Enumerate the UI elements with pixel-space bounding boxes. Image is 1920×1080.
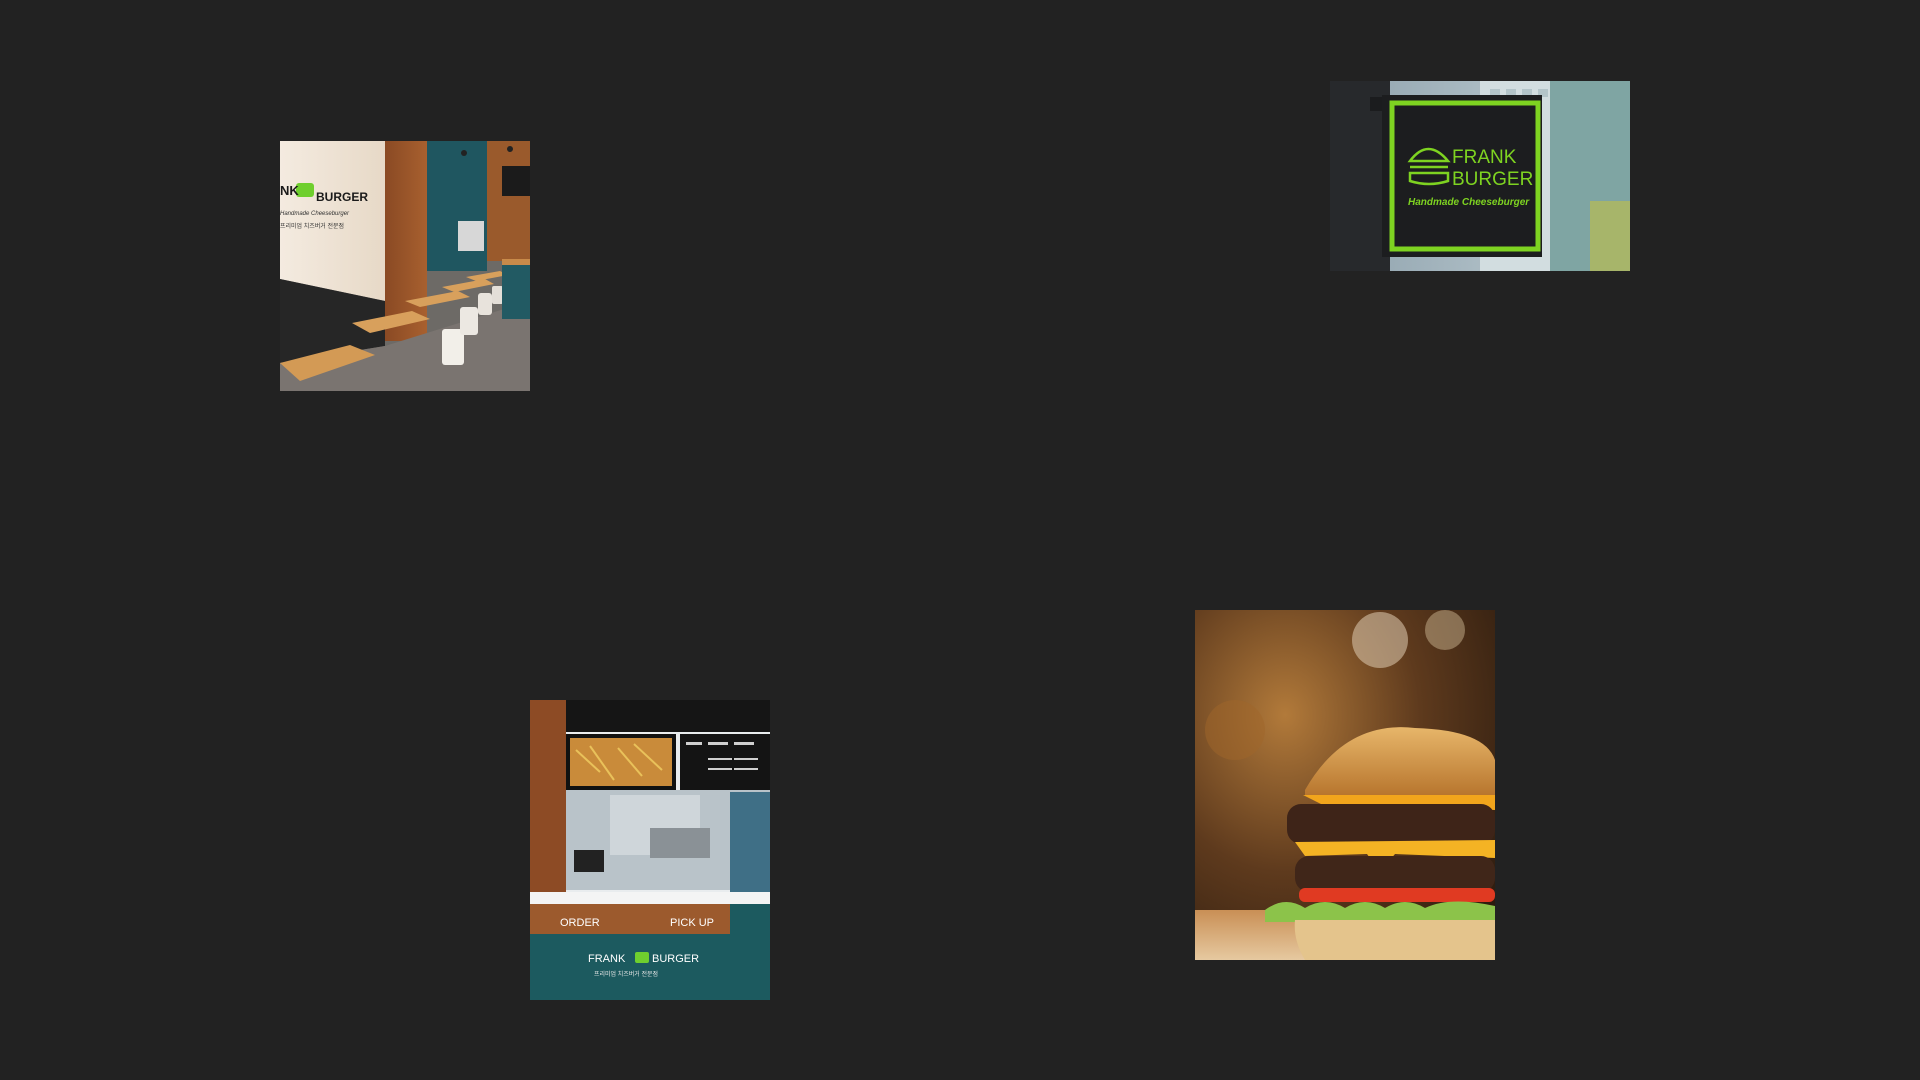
wall-logo-tagline: Handmade Cheeseburger [280,211,350,217]
frank-burger-sign-photo[interactable]: FRANK BURGER Handmade Cheeseburger [1330,81,1630,271]
sign-image: FRANK BURGER Handmade Cheeseburger [1330,81,1630,271]
wall-logo-korean: 프리미엄 치즈버거 전문점 [280,222,344,230]
burger-image [1195,610,1495,960]
counter-image: ORDER PICK UP FRANK BURGER 프리미엄 치즈버거 전문점 [530,700,770,1000]
counter-brand-line2: BURGER [652,953,699,965]
order-label: ORDER [560,917,600,929]
counter-burger-icon [635,952,649,963]
counter-brand-line1: FRANK [588,953,626,965]
counter-korean: 프리미엄 치즈버거 전문점 [594,970,658,978]
interior-image: NK BURGER Handmade Cheeseburger 프리미엄 치즈버… [280,141,530,391]
order-counter-photo[interactable]: ORDER PICK UP FRANK BURGER 프리미엄 치즈버거 전문점 [530,700,770,1000]
sign-tagline: Handmade Cheeseburger [1408,197,1530,208]
sign-line1: FRANK [1452,147,1517,168]
cheeseburger-photo[interactable] [1195,610,1495,960]
pickup-label: PICK UP [670,917,714,929]
wall-logo-line2: BURGER [316,190,368,204]
restaurant-interior-photo[interactable]: NK BURGER Handmade Cheeseburger 프리미엄 치즈버… [280,141,530,391]
sign-line2: BURGER [1452,169,1533,190]
wall-logo-line1: NK [280,183,299,198]
